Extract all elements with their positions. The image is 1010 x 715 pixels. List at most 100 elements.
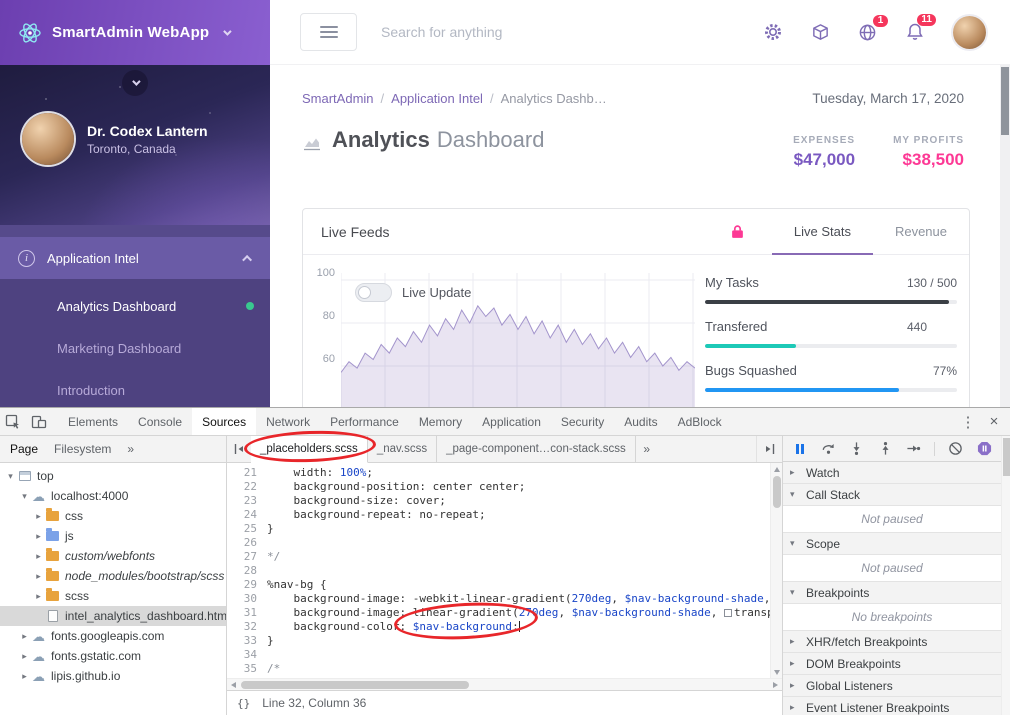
editor-tab-page-component-con-stack-scss[interactable]: _page-component…con-stack.scss bbox=[437, 436, 636, 462]
device-toolbar-icon[interactable] bbox=[26, 409, 52, 435]
devtools-tab-security[interactable]: Security bbox=[551, 408, 614, 435]
line-number[interactable]: 29 bbox=[227, 578, 257, 592]
tree-item-intel-analytics-dashboard-html[interactable]: intel_analytics_dashboard.html bbox=[0, 606, 226, 626]
code-editor[interactable]: 21222324252627282930313233343536 width: … bbox=[227, 463, 782, 678]
step-over-button[interactable] bbox=[820, 441, 835, 457]
line-number[interactable]: 34 bbox=[227, 648, 257, 662]
line-number[interactable]: 26 bbox=[227, 536, 257, 550]
user-avatar[interactable] bbox=[953, 16, 986, 49]
profile-info[interactable]: Dr. Codex Lantern Toronto, Canada bbox=[22, 113, 208, 165]
settings-gear-icon[interactable] bbox=[763, 22, 783, 42]
more-tabs-chevron[interactable]: » bbox=[636, 436, 658, 462]
code-line[interactable]: background-color: $nav-background; bbox=[267, 620, 782, 634]
step-out-button[interactable] bbox=[877, 441, 892, 457]
code-line[interactable]: } bbox=[267, 522, 782, 536]
tree-item-top[interactable]: ▾top bbox=[0, 466, 226, 486]
code-line[interactable]: background-image: -webkit-linear-gradien… bbox=[267, 592, 782, 606]
line-number[interactable]: 21 bbox=[227, 466, 257, 480]
pause-script-button[interactable] bbox=[792, 441, 807, 457]
line-number[interactable]: 24 bbox=[227, 508, 257, 522]
toggle-debugger-sidebar-icon[interactable] bbox=[756, 436, 782, 462]
tree-item-node-modules-bootstrap-scss[interactable]: ▸node_modules/bootstrap/scss bbox=[0, 566, 226, 586]
editor-tab-nav-scss[interactable]: _nav.scss bbox=[368, 436, 437, 462]
devtools-tab-application[interactable]: Application bbox=[472, 408, 551, 435]
scroll-right-arrow-icon[interactable] bbox=[773, 682, 778, 688]
inspect-element-icon[interactable] bbox=[0, 409, 26, 435]
devtools-tab-sources[interactable]: Sources bbox=[192, 408, 256, 435]
code-line[interactable] bbox=[267, 536, 782, 550]
scroll-left-arrow-icon[interactable] bbox=[231, 682, 236, 688]
search-input[interactable] bbox=[381, 24, 701, 40]
tree-item-fonts-googleapis-com[interactable]: ▸☁fonts.googleapis.com bbox=[0, 626, 226, 646]
hide-navigator-icon[interactable] bbox=[227, 436, 251, 462]
devtools-tab-elements[interactable]: Elements bbox=[58, 408, 128, 435]
sidebar-scrollbar-thumb[interactable] bbox=[1003, 438, 1010, 476]
editor-code[interactable]: width: 100%; background-position: center… bbox=[263, 463, 782, 678]
devtools-tab-performance[interactable]: Performance bbox=[320, 408, 409, 435]
editor-tab-placeholders-scss[interactable]: _placeholders.scss bbox=[251, 436, 368, 463]
line-number[interactable]: 23 bbox=[227, 494, 257, 508]
code-line[interactable]: background-image: linear-gradient(270deg… bbox=[267, 606, 782, 620]
code-line[interactable]: background-position: center center; bbox=[267, 480, 782, 494]
code-line[interactable]: */ bbox=[267, 550, 782, 564]
section-header-xhr-fetch-breakpoints[interactable]: ▸XHR/fetch Breakpoints bbox=[783, 631, 1001, 653]
code-line[interactable] bbox=[267, 564, 782, 578]
devtools-tab-console[interactable]: Console bbox=[128, 408, 192, 435]
tree-item-fonts-gstatic-com[interactable]: ▸☁fonts.gstatic.com bbox=[0, 646, 226, 666]
devtools-tab-network[interactable]: Network bbox=[256, 408, 320, 435]
section-header-event-listener-breakpoints[interactable]: ▸Event Listener Breakpoints bbox=[783, 697, 1001, 715]
code-line[interactable]: %nav-bg { bbox=[267, 578, 782, 592]
sidebar-item-marketing-dashboard[interactable]: Marketing Dashboard bbox=[0, 327, 270, 369]
devtools-tab-memory[interactable]: Memory bbox=[409, 408, 472, 435]
close-icon[interactable]: × bbox=[982, 410, 1006, 434]
section-header-watch[interactable]: ▸Watch bbox=[783, 462, 1001, 484]
globe-icon[interactable]: 1 bbox=[858, 23, 877, 42]
line-number[interactable]: 33 bbox=[227, 634, 257, 648]
editor-vscrollbar[interactable] bbox=[770, 463, 782, 678]
line-number[interactable]: 32 bbox=[227, 620, 257, 634]
step-into-button[interactable] bbox=[849, 441, 864, 457]
sidebar-item-analytics-dashboard[interactable]: Analytics Dashboard bbox=[0, 285, 270, 327]
code-line[interactable]: background-size: cover; bbox=[267, 494, 782, 508]
tab-live-stats[interactable]: Live Stats bbox=[772, 209, 873, 254]
line-number[interactable]: 25 bbox=[227, 522, 257, 536]
line-number[interactable]: 22 bbox=[227, 480, 257, 494]
tree-item-scss[interactable]: ▸scss bbox=[0, 586, 226, 606]
step-button[interactable] bbox=[906, 441, 921, 457]
code-line[interactable] bbox=[267, 648, 782, 662]
editor-hscrollbar[interactable] bbox=[227, 678, 782, 690]
editor-hscroll-thumb[interactable] bbox=[241, 681, 469, 689]
line-number[interactable]: 27 bbox=[227, 550, 257, 564]
line-number[interactable]: 31 bbox=[227, 606, 257, 620]
brand-logo[interactable]: SmartAdmin WebApp bbox=[0, 0, 270, 65]
bell-icon[interactable]: 11 bbox=[905, 22, 925, 42]
page-scrollbar-thumb[interactable] bbox=[1001, 67, 1009, 135]
line-number[interactable]: 35 bbox=[227, 662, 257, 676]
package-box-icon[interactable] bbox=[811, 23, 830, 42]
tree-item-css[interactable]: ▸css bbox=[0, 506, 226, 526]
devtools-tab-adblock[interactable]: AdBlock bbox=[668, 408, 732, 435]
navigator-tab-filesystem[interactable]: Filesystem bbox=[54, 442, 111, 456]
kebab-menu-icon[interactable]: ⋮ bbox=[956, 410, 980, 434]
tree-item-js[interactable]: ▸js bbox=[0, 526, 226, 546]
breadcrumb-item-application-intel[interactable]: Application Intel bbox=[391, 91, 483, 106]
devtools-tab-audits[interactable]: Audits bbox=[614, 408, 667, 435]
tree-item-custom-webfonts[interactable]: ▸custom/webfonts bbox=[0, 546, 226, 566]
scroll-down-arrow-icon[interactable] bbox=[774, 670, 780, 675]
scroll-up-arrow-icon[interactable] bbox=[774, 467, 780, 472]
code-line[interactable]: } bbox=[267, 634, 782, 648]
profile-avatar[interactable] bbox=[22, 113, 74, 165]
live-update-toggle[interactable] bbox=[355, 283, 392, 302]
pretty-print-button[interactable]: {} bbox=[237, 697, 250, 710]
hamburger-menu-button[interactable] bbox=[300, 13, 357, 51]
sidebar-scrollbar[interactable] bbox=[1001, 436, 1010, 715]
breadcrumb-item-smartadmin[interactable]: SmartAdmin bbox=[302, 91, 374, 106]
section-header-breakpoints[interactable]: ▾Breakpoints bbox=[783, 582, 1001, 604]
pause-on-exceptions-button[interactable] bbox=[977, 441, 992, 457]
page-scrollbar[interactable] bbox=[1000, 65, 1010, 407]
code-line[interactable]: background-repeat: no-repeat; bbox=[267, 508, 782, 522]
tab-revenue[interactable]: Revenue bbox=[873, 209, 969, 254]
line-number[interactable]: 28 bbox=[227, 564, 257, 578]
sidebar-item-application-intel[interactable]: i Application Intel bbox=[0, 237, 270, 279]
editor-vscroll-thumb[interactable] bbox=[773, 476, 781, 508]
